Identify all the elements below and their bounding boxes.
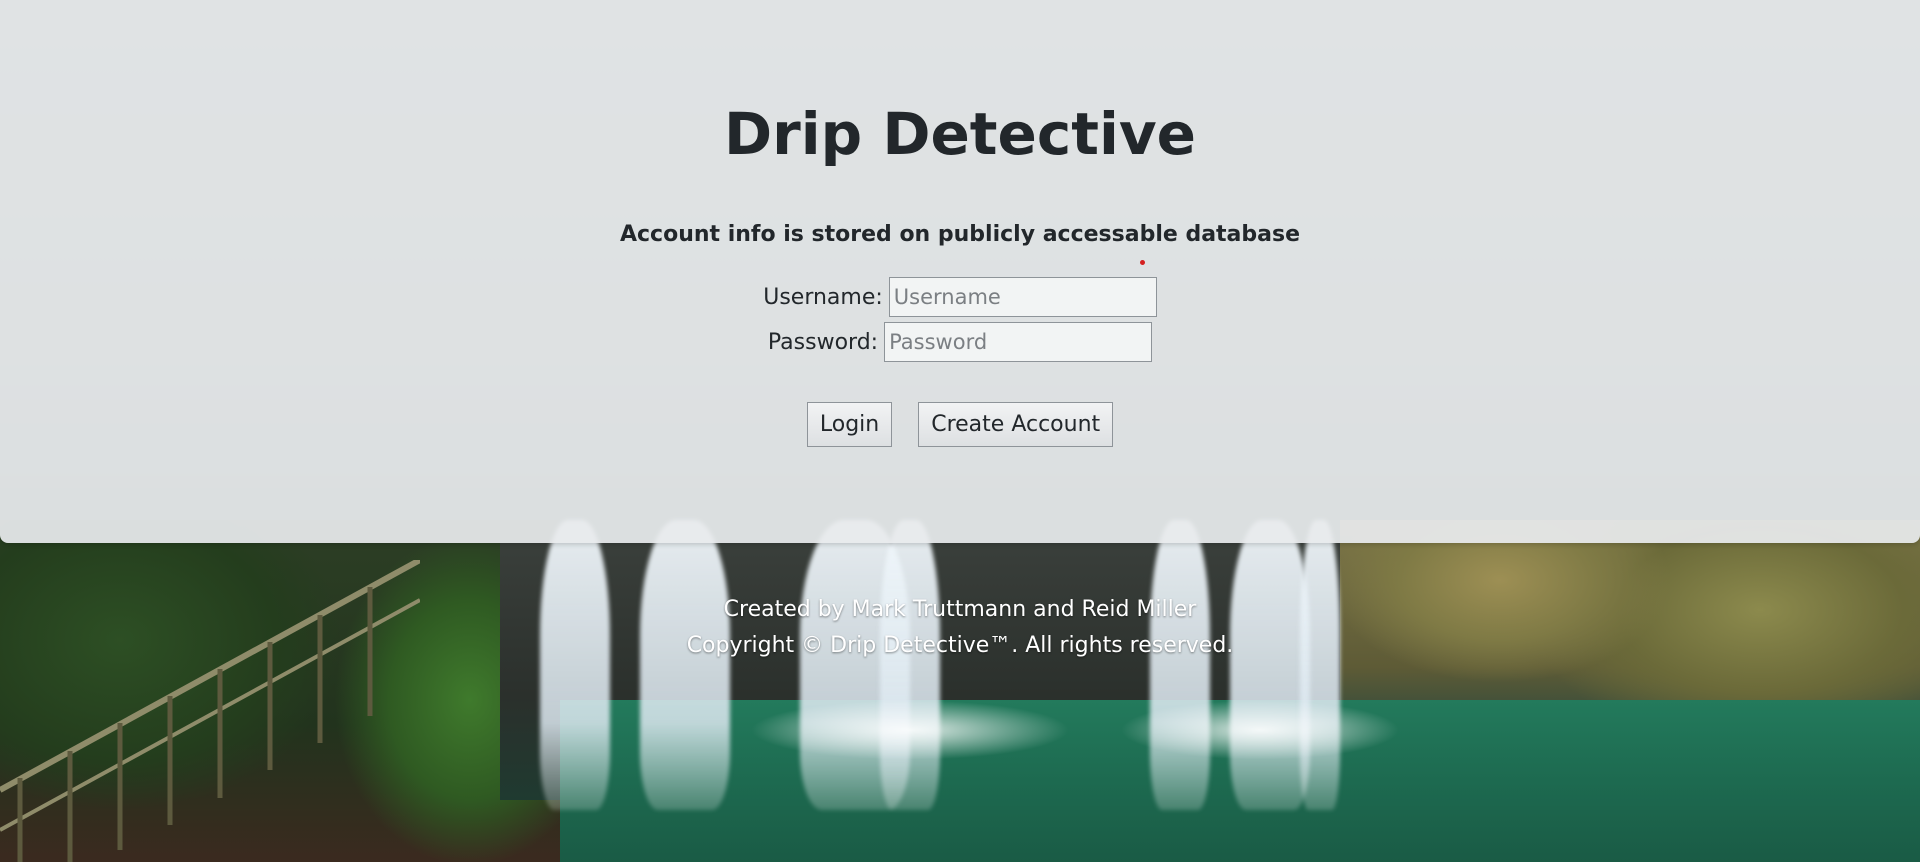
login-panel: Drip Detective Account info is stored on… [0, 0, 1920, 543]
waterfall-stream [1230, 520, 1310, 810]
waterfall-stream [1150, 520, 1210, 810]
waterfall-stream [540, 520, 610, 810]
database-notice: Account info is stored on publicly acces… [619, 222, 1301, 247]
waterfall-stream [640, 520, 730, 810]
password-label: Password: [767, 329, 879, 355]
waterfall-stream [1300, 520, 1340, 810]
login-button[interactable]: Login [806, 402, 893, 447]
page-title: Drip Detective [723, 100, 1196, 168]
password-input[interactable] [884, 322, 1153, 362]
username-label: Username: [763, 284, 883, 310]
username-row: Username: [0, 277, 1920, 317]
password-row: Password: [0, 322, 1920, 362]
mist [750, 700, 1070, 760]
username-input[interactable] [888, 277, 1157, 317]
mist [1120, 700, 1400, 760]
action-buttons: Login Create Account [0, 402, 1920, 447]
red-dot-marker [1140, 260, 1145, 265]
create-account-button[interactable]: Create Account [918, 402, 1114, 447]
footer-copyright: Copyright © Drip Detective™. All rights … [686, 633, 1234, 658]
page: Drip Detective Account info is stored on… [0, 0, 1920, 862]
waterfall-stream [880, 520, 940, 810]
footer-credits: Created by Mark Truttmann and Reid Mille… [723, 597, 1197, 622]
right-cliff [1340, 520, 1920, 730]
